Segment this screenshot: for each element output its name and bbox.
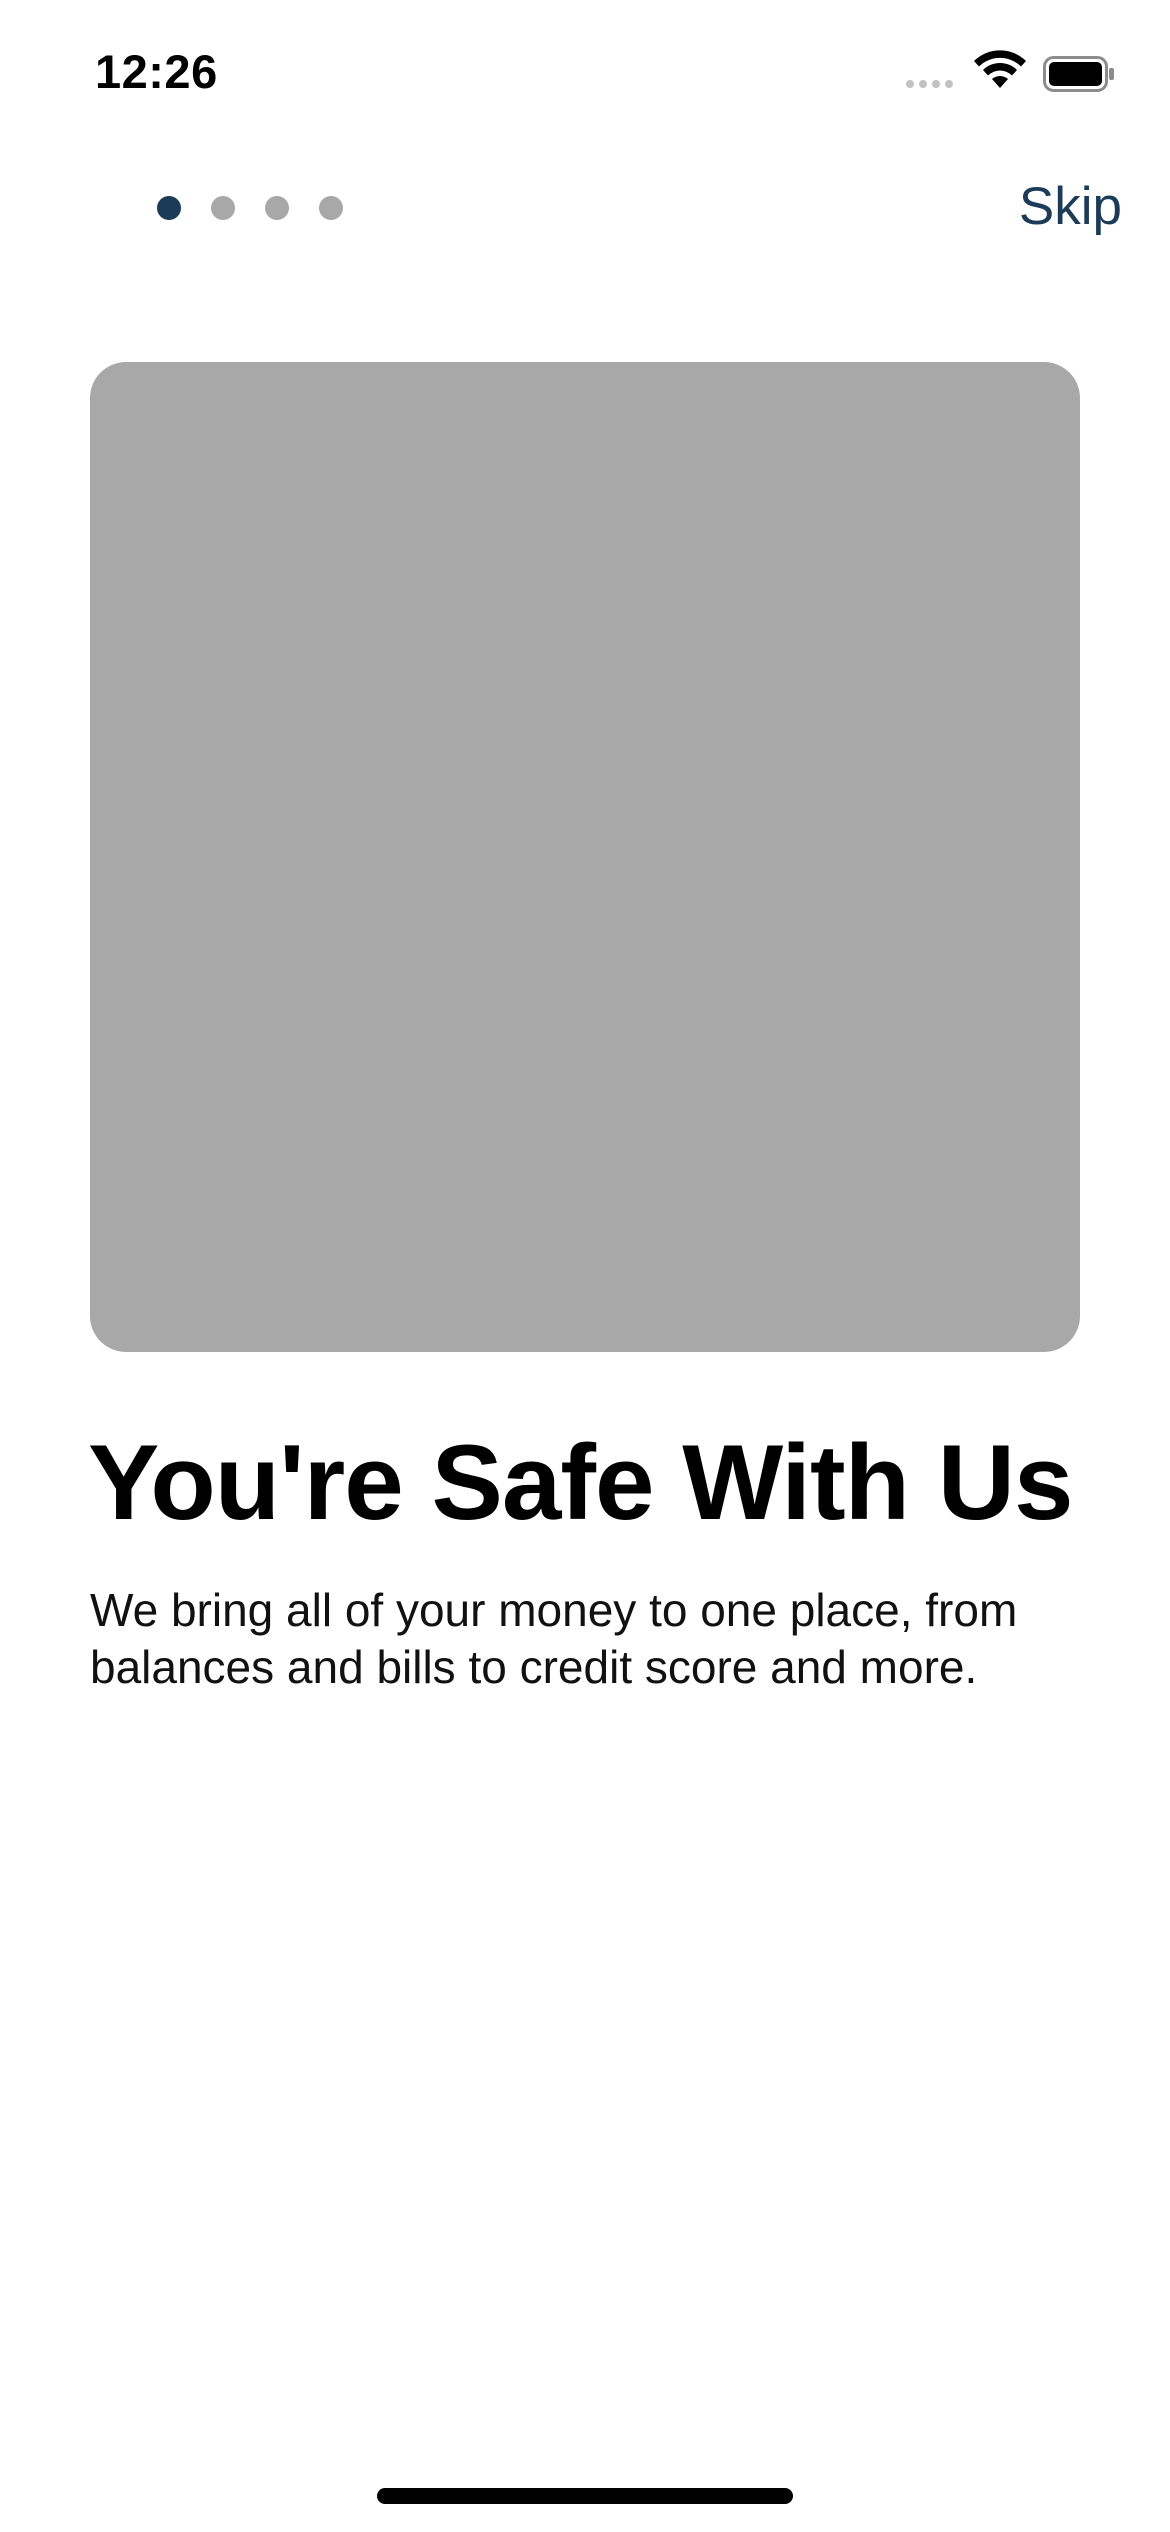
page-dot-3[interactable] [265,196,289,220]
page-title: You're Safe With Us [88,1422,1073,1542]
signal-icon [906,80,953,88]
status-time: 12:26 [95,45,218,98]
hero-image-placeholder [90,362,1080,1352]
skip-button[interactable]: Skip [1019,176,1122,237]
home-indicator[interactable] [377,2488,793,2504]
wifi-icon [974,50,1026,88]
page-description: We bring all of your money to one place,… [90,1584,1018,1693]
page-dot-4[interactable] [319,196,343,220]
battery-icon [1043,56,1114,92]
onboarding-screen: 12:26 Skip You're Safe With Us We bring … [0,0,1170,2532]
page-dot-2[interactable] [211,196,235,220]
page-indicator[interactable] [157,196,343,220]
page-dot-1[interactable] [157,196,181,220]
